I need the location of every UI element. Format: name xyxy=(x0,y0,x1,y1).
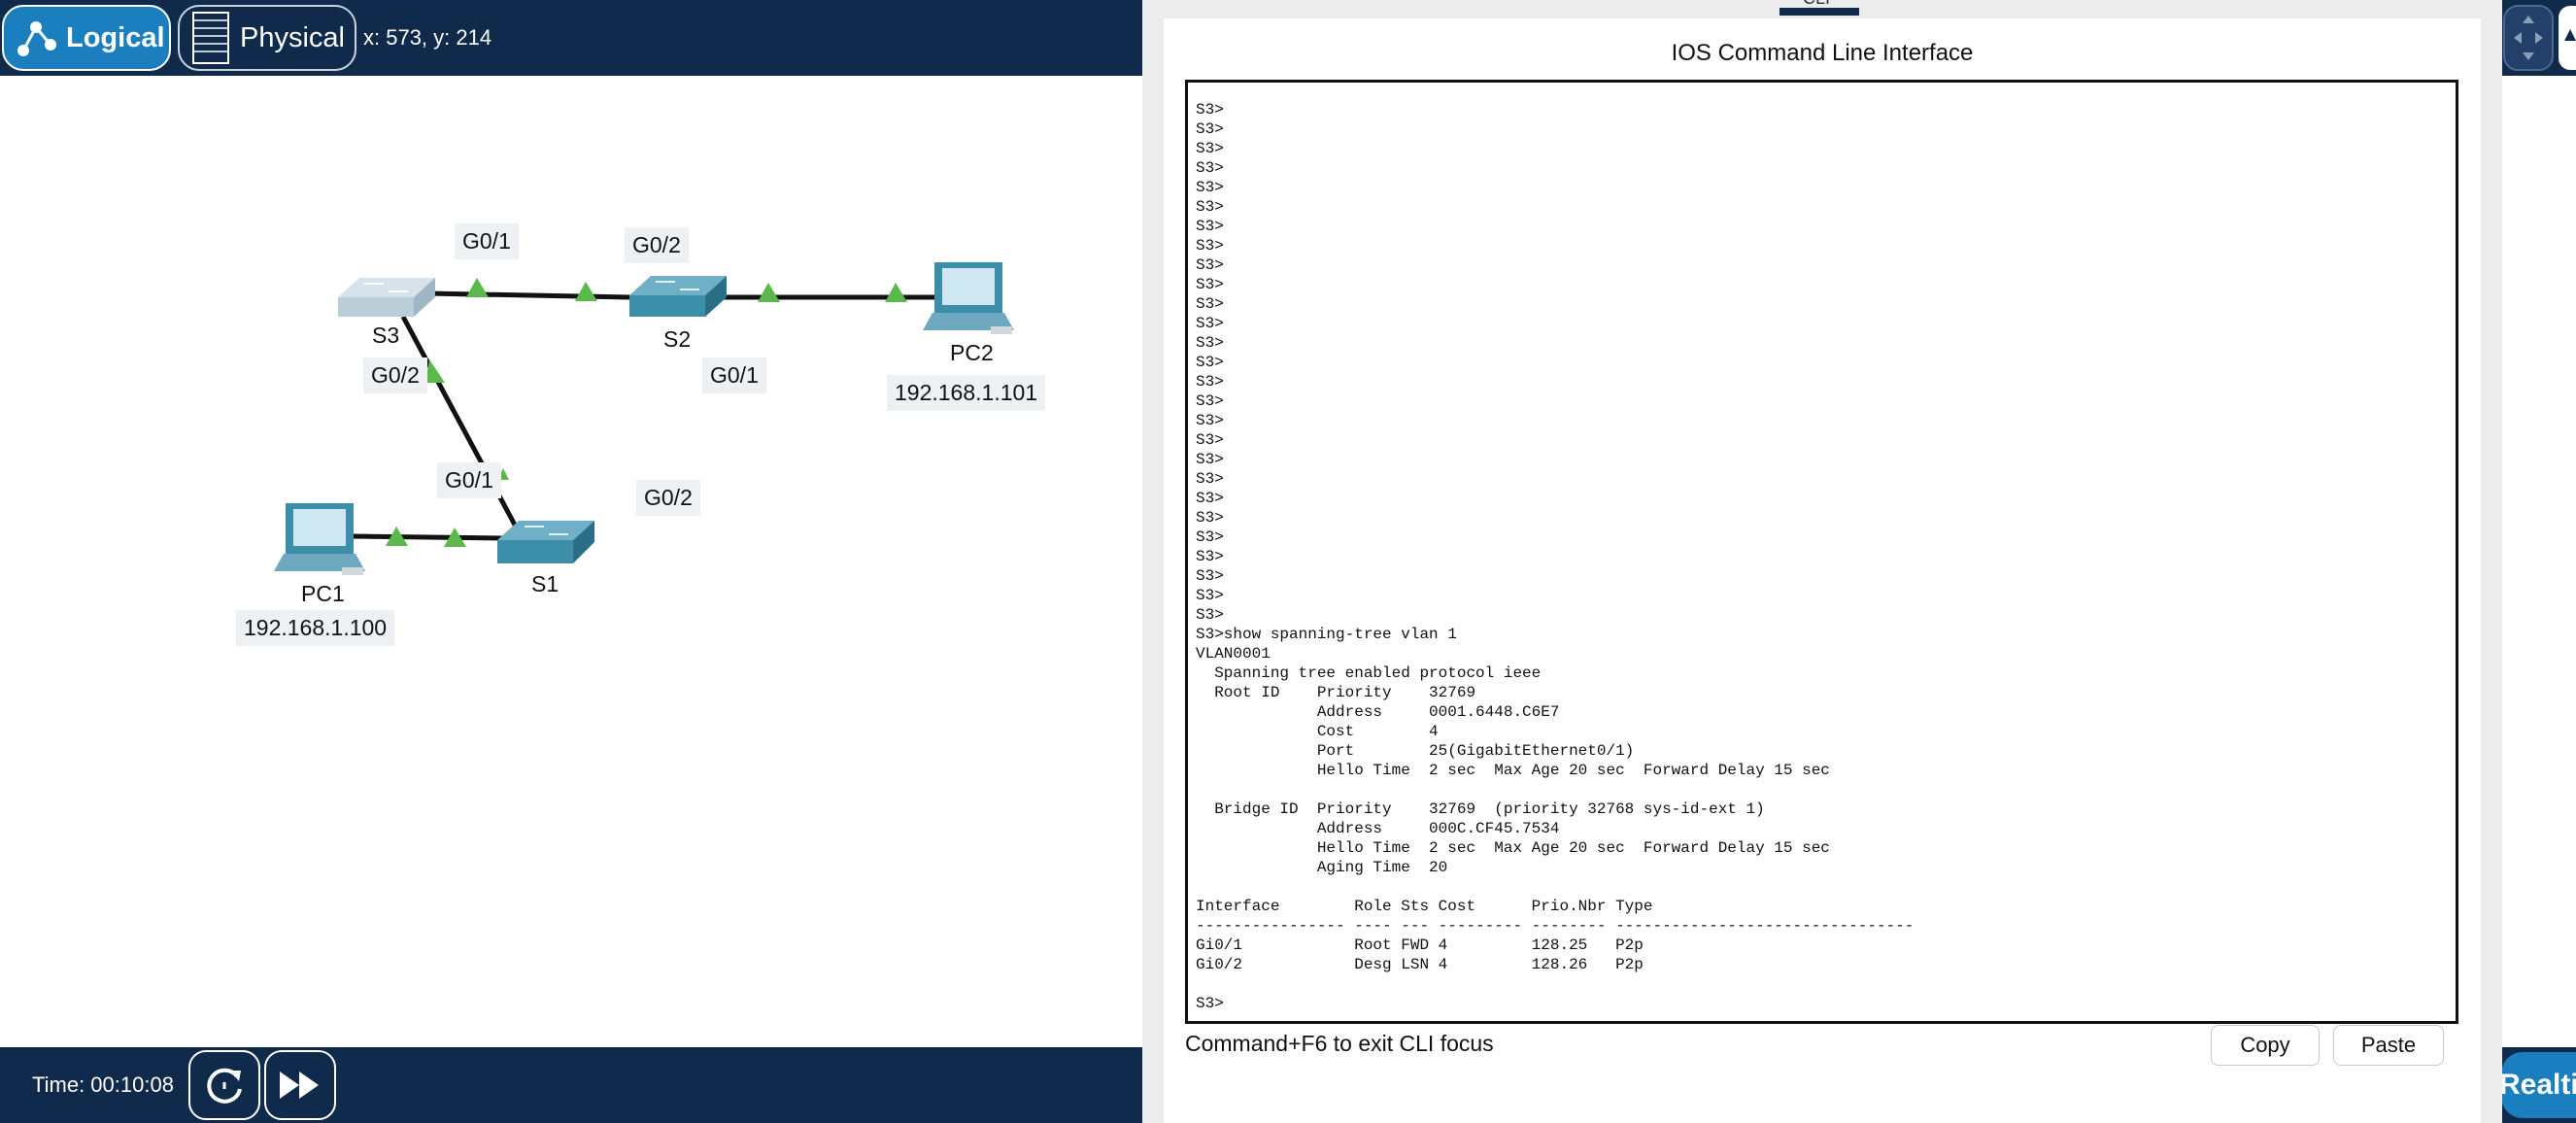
cli-line: S3> xyxy=(1196,470,1224,488)
exit-cli-hint: Command+F6 to exit CLI focus xyxy=(1185,1031,1494,1056)
cli-line: S3> xyxy=(1196,120,1224,138)
link-up-indicator xyxy=(575,282,597,301)
realtime-mode-area: Realtime xyxy=(2501,1047,2576,1123)
simulation-time: Time: 00:10:08 xyxy=(32,1072,174,1097)
topology-canvas xyxy=(274,262,1014,575)
cli-line: S3> xyxy=(1196,373,1224,391)
cli-output: S3> S3> S3> S3> S3> S3> S3> S3> S3> S3> … xyxy=(1196,100,1914,1013)
cli-line: S3> xyxy=(1196,587,1224,604)
cli-line: S3> xyxy=(1196,256,1224,274)
link-pc1-s1[interactable] xyxy=(351,533,506,541)
port-label-s2-g01: G0/1 xyxy=(702,357,766,393)
link-up-indicator xyxy=(758,283,780,302)
cli-title: IOS Command Line Interface xyxy=(1671,40,1974,66)
cli-line: S3> xyxy=(1196,509,1224,527)
device-label-s1: S1 xyxy=(531,571,559,596)
cli-line: S3> xyxy=(1196,276,1224,293)
cli-line: Gi0/2 Desg LSN 4 128.26 P2p xyxy=(1196,956,1644,973)
pc2-icon[interactable] xyxy=(923,262,1014,334)
device-label-pc2: PC2 xyxy=(950,340,994,365)
navigation-pad-icon[interactable] xyxy=(2502,0,2576,76)
cli-line: S3> xyxy=(1196,295,1224,313)
cli-line: Address 0001.6448.C6E7 xyxy=(1196,703,1560,721)
cli-line: ---------------- ---- --- --------- ----… xyxy=(1196,917,1915,935)
active-tab-indicator xyxy=(1779,8,1859,16)
link-up-indicator xyxy=(885,283,907,302)
physical-view-label: Physical xyxy=(240,21,345,53)
physical-view-button[interactable]: Physical xyxy=(178,5,356,71)
cli-line: S3> xyxy=(1196,140,1224,157)
cli-line: S3> xyxy=(1196,995,1224,1012)
device-label-pc1: PC1 xyxy=(301,581,345,606)
cli-line: Port 25(GigabitEthernet0/1) xyxy=(1196,742,1635,760)
cli-line: S3> xyxy=(1196,354,1224,371)
ip-label-pc1: 192.168.1.100 xyxy=(236,610,395,646)
cli-line: S3>show spanning-tree vlan 1 xyxy=(1196,626,1457,643)
cli-line: Gi0/1 Root FWD 4 128.25 P2p xyxy=(1196,936,1644,954)
link-s3-s2[interactable] xyxy=(426,290,632,300)
cli-line: S3> xyxy=(1196,315,1224,332)
cli-line: Cost 4 xyxy=(1196,723,1439,740)
cli-line: Aging Time 20 xyxy=(1196,859,1448,876)
port-label-s1-g02: G0/2 xyxy=(636,480,700,516)
cli-line: S3> xyxy=(1196,528,1224,546)
device-label-s2: S2 xyxy=(663,326,692,352)
cli-line: S3> xyxy=(1196,606,1224,624)
cli-line: S3> xyxy=(1196,392,1224,410)
fast-forward-button[interactable] xyxy=(264,1050,336,1120)
cli-line: S3> xyxy=(1196,101,1224,119)
logical-view-label: Logical xyxy=(66,21,165,53)
cli-line: S3> xyxy=(1196,159,1224,177)
cli-window: CLI IOS Command Line Interface S3> S3> S… xyxy=(1142,0,2502,1123)
switch-s3-icon[interactable] xyxy=(338,278,435,317)
logical-workspace[interactable]: G0/1 G0/2 G0/1 G0/2 G0/1 G0/2 S3 S2 S1 P… xyxy=(0,76,1142,1047)
power-cycle-button[interactable] xyxy=(188,1050,260,1120)
cli-line: S3> xyxy=(1196,490,1224,507)
cli-console[interactable]: S3> S3> S3> S3> S3> S3> S3> S3> S3> S3> … xyxy=(1185,80,2458,1024)
logical-topology-icon xyxy=(17,21,56,56)
top-toolbar: Logical Physical x: 573, y: 214 xyxy=(0,0,1166,76)
cli-line: Address 000C.CF45.7534 xyxy=(1196,820,1560,837)
port-label-s2-g02: G0/2 xyxy=(625,227,689,263)
switch-s2-icon[interactable] xyxy=(629,276,727,317)
cli-line: S3> xyxy=(1196,451,1224,468)
paste-button[interactable]: Paste xyxy=(2333,1025,2444,1066)
copy-button[interactable]: Copy xyxy=(2211,1025,2320,1066)
cli-line: S3> xyxy=(1196,218,1224,235)
realtime-mode-button[interactable]: Realtime xyxy=(2501,1052,2576,1118)
cli-line: Hello Time 2 sec Max Age 20 sec Forward … xyxy=(1196,762,1830,779)
cli-panel: IOS Command Line Interface S3> S3> S3> S… xyxy=(1164,18,2481,1123)
cli-line: S3> xyxy=(1196,567,1224,585)
cli-line: S3> xyxy=(1196,412,1224,429)
bottom-toolbar: Time: 00:10:08 xyxy=(0,1047,1142,1123)
cli-line: Interface Role Sts Cost Prio.Nbr Type xyxy=(1196,898,1653,915)
cli-line: S3> xyxy=(1196,431,1224,449)
logical-view-button[interactable]: Logical xyxy=(2,5,171,71)
port-label-s3-g01: G0/1 xyxy=(455,223,519,259)
pc1-icon[interactable] xyxy=(274,503,365,575)
ip-label-pc2: 192.168.1.101 xyxy=(887,375,1046,411)
cli-line: Spanning tree enabled protocol ieee xyxy=(1196,664,1542,682)
cli-line: S3> xyxy=(1196,237,1224,255)
cursor-coordinates: x: 573, y: 214 xyxy=(363,25,492,50)
link-up-indicator xyxy=(466,278,489,297)
port-label-s3-g02: G0/2 xyxy=(363,357,427,393)
port-label-s1-g01: G0/1 xyxy=(437,462,501,498)
cli-line: Bridge ID Priority 32769 (priority 32768… xyxy=(1196,800,1765,818)
right-toolbar-strip xyxy=(2502,0,2576,76)
cli-line: S3> xyxy=(1196,198,1224,216)
cli-line: Hello Time 2 sec Max Age 20 sec Forward … xyxy=(1196,839,1830,857)
cli-line: S3> xyxy=(1196,334,1224,352)
cli-line: S3> xyxy=(1196,179,1224,196)
device-label-s3: S3 xyxy=(372,323,400,348)
fast-forward-icon xyxy=(280,1072,319,1099)
power-cycle-icon xyxy=(207,1068,242,1104)
cli-line: VLAN0001 xyxy=(1196,645,1271,663)
rack-icon xyxy=(192,12,229,64)
cli-line: S3> xyxy=(1196,548,1224,565)
switch-s1-icon[interactable] xyxy=(497,521,594,563)
cli-line: Root ID Priority 32769 xyxy=(1196,684,1476,701)
